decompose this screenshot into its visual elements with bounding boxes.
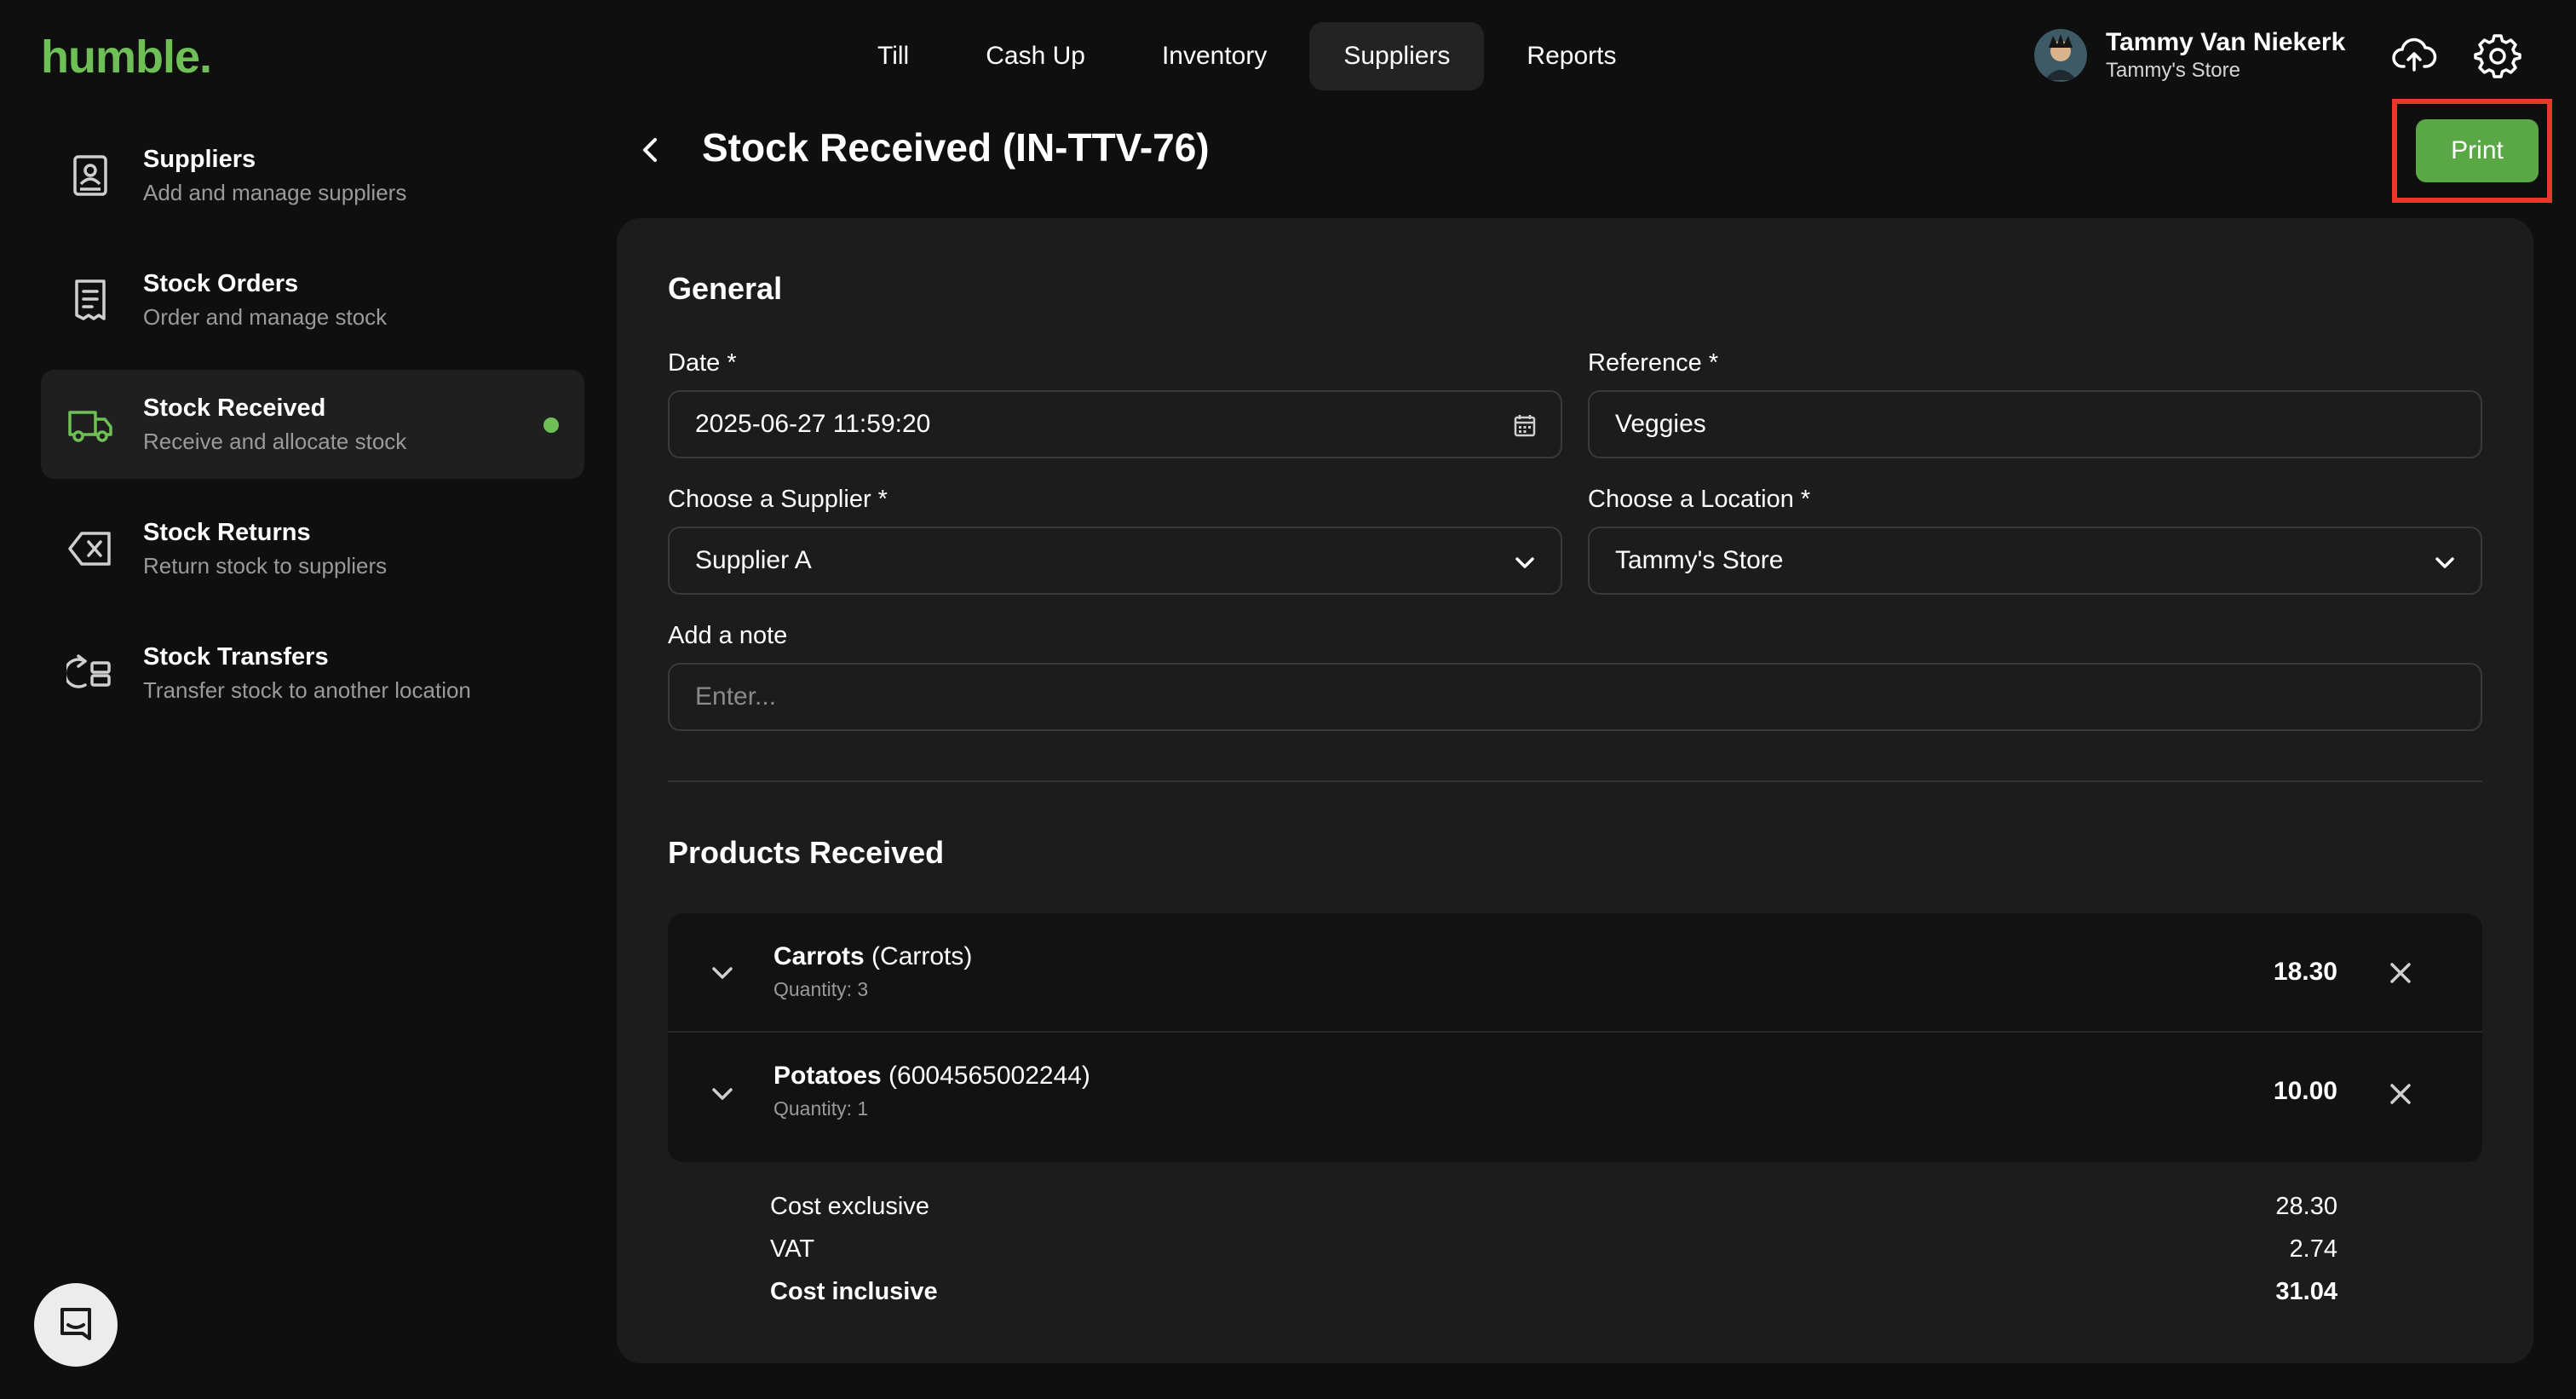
product-code: (Carrots) bbox=[871, 942, 973, 970]
reference-label: Reference * bbox=[1588, 349, 1719, 377]
sidebar-item-subtitle: Return stock to suppliers bbox=[143, 553, 388, 579]
nav-cash-up[interactable]: Cash Up bbox=[952, 22, 1119, 90]
nav-reports[interactable]: Reports bbox=[1492, 22, 1650, 90]
location-label: Choose a Location * bbox=[1588, 486, 1811, 513]
section-divider bbox=[668, 780, 2482, 782]
stock-received-card: General Date * 2025-06-27 11:59:20 Refer… bbox=[617, 218, 2533, 1363]
sidebar-item-stock-returns[interactable]: Stock Returns Return stock to suppliers bbox=[41, 494, 584, 603]
sidebar-item-stock-transfers[interactable]: Stock Transfers Transfer stock to anothe… bbox=[41, 619, 584, 728]
cost-exclusive-value: 28.30 bbox=[2275, 1193, 2337, 1220]
sidebar-item-subtitle: Transfer stock to another location bbox=[143, 677, 471, 703]
user-profile[interactable]: Tammy Van Niekerk Tammy's Store bbox=[2034, 27, 2345, 83]
vat-label: VAT bbox=[770, 1235, 815, 1263]
sidebar-item-stock-orders[interactable]: Stock Orders Order and manage stock bbox=[41, 245, 584, 354]
user-name: Tammy Van Niekerk bbox=[2106, 28, 2346, 56]
supplier-label: Choose a Supplier * bbox=[668, 486, 888, 513]
note-field[interactable] bbox=[668, 663, 2482, 731]
chevron-down-icon bbox=[1509, 547, 1540, 578]
product-title: Carrots bbox=[773, 942, 865, 970]
user-store: Tammy's Store bbox=[2106, 59, 2240, 82]
location-select[interactable]: Tammy's Store bbox=[1588, 527, 2482, 595]
cost-exclusive-label: Cost exclusive bbox=[770, 1193, 929, 1220]
close-icon[interactable] bbox=[2383, 956, 2418, 990]
calendar-icon[interactable] bbox=[1509, 411, 1540, 441]
chevron-down-icon bbox=[2429, 547, 2460, 578]
supplier-badge-icon bbox=[66, 152, 114, 199]
main-nav: Till Cash Up Inventory Suppliers Reports bbox=[843, 22, 1659, 90]
print-button[interactable]: Print bbox=[2416, 119, 2539, 182]
chevron-down-icon[interactable] bbox=[705, 956, 739, 990]
print-button-highlight: Print bbox=[2392, 99, 2552, 203]
gear-icon[interactable] bbox=[2474, 32, 2521, 80]
product-row[interactable]: Potatoes (6004565002244) Quantity: 1 10.… bbox=[668, 1033, 2482, 1160]
receipt-icon bbox=[66, 276, 114, 324]
sidebar-item-stock-received[interactable]: Stock Received Receive and allocate stoc… bbox=[41, 370, 584, 479]
sidebar: Suppliers Add and manage suppliers Stock… bbox=[41, 121, 584, 743]
date-value: 2025-06-27 11:59:20 bbox=[695, 410, 931, 438]
sidebar-item-suppliers[interactable]: Suppliers Add and manage suppliers bbox=[41, 121, 584, 230]
transfer-icon bbox=[63, 649, 114, 697]
humble-logo[interactable]: humble. bbox=[41, 31, 212, 83]
general-section-title: General bbox=[668, 271, 783, 306]
close-icon[interactable] bbox=[2383, 1077, 2418, 1111]
note-label: Add a note bbox=[668, 622, 788, 649]
product-title: Potatoes bbox=[773, 1062, 882, 1090]
product-quantity: Quantity: 1 bbox=[773, 1097, 869, 1120]
chevron-down-icon[interactable] bbox=[705, 1077, 739, 1111]
supplier-select[interactable]: Supplier A bbox=[668, 527, 1562, 595]
product-total: 10.00 bbox=[2273, 1077, 2337, 1105]
cloud-upload-icon[interactable] bbox=[2390, 32, 2438, 80]
sidebar-item-subtitle: Receive and allocate stock bbox=[143, 429, 407, 454]
chevron-left-icon bbox=[643, 138, 657, 162]
sidebar-item-title: Stock Returns bbox=[143, 519, 311, 546]
top-bar: humble. Till Cash Up Inventory Suppliers… bbox=[0, 0, 2576, 112]
note-input[interactable] bbox=[695, 682, 2481, 711]
products-section-title: Products Received bbox=[668, 835, 945, 870]
cost-inclusive-value: 31.04 bbox=[2275, 1278, 2337, 1305]
truck-icon bbox=[66, 400, 114, 448]
back-button[interactable] bbox=[630, 126, 671, 174]
backspace-icon bbox=[66, 525, 114, 573]
supplier-value: Supplier A bbox=[695, 546, 812, 574]
sidebar-item-title: Stock Orders bbox=[143, 270, 299, 297]
date-field[interactable]: 2025-06-27 11:59:20 bbox=[668, 390, 1562, 458]
product-row[interactable]: Carrots (Carrots) Quantity: 3 18.30 bbox=[668, 913, 2482, 1033]
vat-value: 2.74 bbox=[2289, 1235, 2337, 1263]
sidebar-item-subtitle: Add and manage suppliers bbox=[143, 180, 407, 205]
product-code: (6004565002244) bbox=[888, 1062, 1090, 1090]
avatar bbox=[2034, 29, 2087, 82]
location-value: Tammy's Store bbox=[1615, 546, 1784, 574]
cost-inclusive-label: Cost inclusive bbox=[770, 1278, 938, 1305]
nav-inventory[interactable]: Inventory bbox=[1128, 22, 1301, 90]
reference-field[interactable] bbox=[1588, 390, 2482, 458]
reference-input[interactable] bbox=[1615, 410, 2481, 439]
date-label: Date * bbox=[668, 349, 737, 377]
chat-icon bbox=[60, 1308, 91, 1340]
nav-till[interactable]: Till bbox=[843, 22, 943, 90]
sidebar-item-title: Stock Received bbox=[143, 394, 326, 422]
page-title: Stock Received (IN-TTV-76) bbox=[702, 125, 1210, 170]
product-name: Carrots (Carrots) bbox=[773, 942, 972, 971]
active-indicator-dot bbox=[543, 417, 559, 433]
sidebar-item-subtitle: Order and manage stock bbox=[143, 304, 388, 330]
products-list: Carrots (Carrots) Quantity: 3 18.30 Pota… bbox=[668, 913, 2482, 1162]
product-total: 18.30 bbox=[2273, 958, 2337, 986]
chat-support-button[interactable] bbox=[34, 1283, 118, 1367]
app-window: humble. Till Cash Up Inventory Suppliers… bbox=[0, 0, 2576, 1399]
product-name: Potatoes (6004565002244) bbox=[773, 1062, 1090, 1091]
sidebar-item-title: Stock Transfers bbox=[143, 643, 329, 671]
product-quantity: Quantity: 3 bbox=[773, 978, 869, 1000]
nav-suppliers[interactable]: Suppliers bbox=[1309, 22, 1485, 90]
sidebar-item-title: Suppliers bbox=[143, 146, 256, 173]
